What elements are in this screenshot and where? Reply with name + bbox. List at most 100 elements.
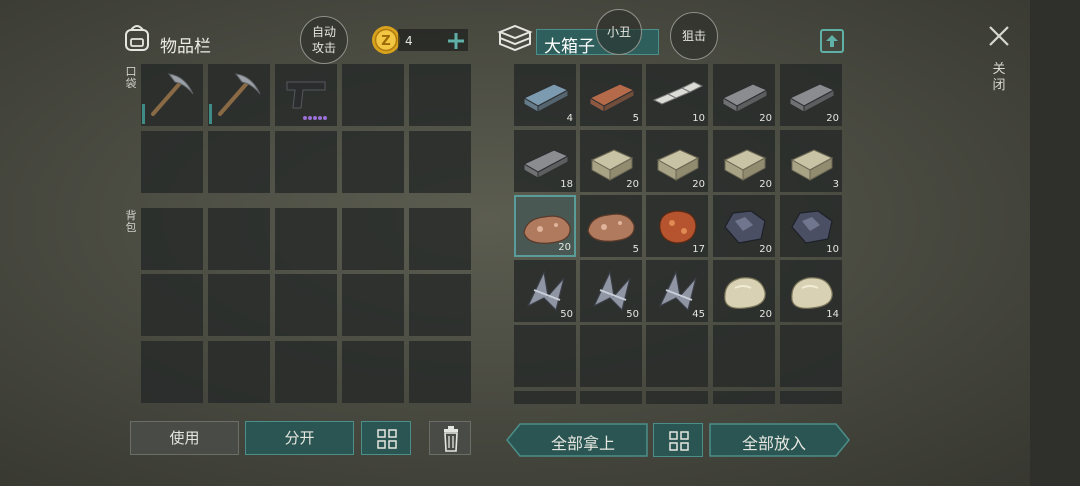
container-slot[interactable]: 20 (580, 130, 642, 192)
item-quantity: 20 (759, 113, 772, 124)
pocket-slot[interactable] (208, 64, 270, 126)
pocket-slot[interactable] (409, 131, 471, 193)
backpack-slot[interactable] (342, 274, 404, 336)
container-slot[interactable]: 17 (646, 195, 708, 257)
backpack-slot[interactable] (275, 208, 337, 270)
container-slot[interactable]: 20 (646, 130, 708, 192)
backpack-slot[interactable] (208, 208, 270, 270)
backpack-slot[interactable] (208, 341, 270, 403)
container-slot[interactable]: 4 (514, 64, 576, 126)
backpack-slot[interactable] (409, 274, 471, 336)
container-slot[interactable]: 14 (780, 260, 842, 322)
item-quantity: 20 (826, 113, 839, 124)
item-quantity: 20 (558, 242, 571, 253)
container-slot[interactable]: 20 (713, 130, 775, 192)
container-slot[interactable] (580, 391, 642, 404)
pocket-slot[interactable] (409, 64, 471, 126)
item-quantity: 3 (832, 179, 839, 190)
item-quantity: 50 (626, 309, 639, 320)
container-slot[interactable]: 18 (514, 130, 576, 192)
container-slot[interactable] (580, 325, 642, 387)
grid-sort-icon (377, 429, 397, 449)
container-slot[interactable]: 20 (780, 64, 842, 126)
container-slot[interactable]: 45 (646, 260, 708, 322)
container-slot[interactable]: 10 (780, 195, 842, 257)
sniper-button[interactable]: 狙击 (670, 12, 718, 60)
item-quantity: 20 (759, 179, 772, 190)
backpack-slot[interactable] (208, 274, 270, 336)
container-slot[interactable] (514, 391, 576, 404)
coin-icon: Z (372, 26, 400, 54)
close-label[interactable]: 关闭 (991, 62, 1007, 94)
container-slot[interactable]: 5 (580, 195, 642, 257)
item-quantity: 17 (692, 244, 705, 255)
item-quantity: 45 (692, 309, 705, 320)
trash-icon (444, 426, 458, 452)
item-quantity: 18 (560, 179, 573, 190)
coin-count: 4 (405, 34, 413, 48)
container-slot[interactable]: 5 (580, 64, 642, 126)
container-slot[interactable]: 50 (580, 260, 642, 322)
backpack-slot[interactable] (141, 208, 203, 270)
take-all-label: 全部拿上 (550, 434, 615, 453)
split-button[interactable]: 分开 (245, 421, 354, 455)
pocket-slot[interactable] (342, 64, 404, 126)
auto-attack-label-line2: 攻击 (311, 41, 336, 55)
item-quantity: 20 (759, 244, 772, 255)
container-slot[interactable]: 20 (514, 195, 576, 257)
pocket-slot[interactable] (275, 64, 337, 126)
pickaxe-icon (151, 73, 194, 116)
backpack-slot[interactable] (141, 341, 203, 403)
pocket-slot[interactable] (275, 131, 337, 193)
container-slot[interactable] (646, 325, 708, 387)
item-quantity: 5 (632, 244, 639, 255)
container-slot[interactable]: 10 (646, 64, 708, 126)
container-slot[interactable]: 20 (713, 260, 775, 322)
container-slot[interactable]: 20 (713, 195, 775, 257)
backpack-slot[interactable] (409, 341, 471, 403)
auto-attack-button[interactable]: 自动 攻击 (300, 16, 348, 64)
item-quantity: 10 (826, 244, 839, 255)
upload-icon[interactable] (818, 26, 846, 56)
backpack-slot[interactable] (275, 341, 337, 403)
backpack-slot[interactable] (141, 274, 203, 336)
right-panel-shade (1030, 0, 1080, 486)
backpack-slot[interactable] (409, 208, 471, 270)
backpack-icon (125, 25, 149, 51)
storage-box-icon (497, 24, 533, 52)
svg-text:Z: Z (381, 34, 390, 49)
pocket-slot[interactable] (141, 64, 203, 126)
auto-attack-label-line1: 自动 (311, 25, 336, 39)
item-quantity: 20 (626, 179, 639, 190)
container-slot[interactable] (780, 325, 842, 387)
container-slot[interactable]: 20 (713, 64, 775, 126)
add-coin-button[interactable] (446, 31, 466, 51)
close-icon[interactable] (987, 24, 1011, 48)
use-button[interactable]: 使用 (130, 421, 239, 455)
container-slot[interactable] (780, 391, 842, 404)
container-slot[interactable]: 3 (780, 130, 842, 192)
pistol-icon (286, 81, 327, 120)
container-slot[interactable] (713, 325, 775, 387)
backpack-slot[interactable] (275, 274, 337, 336)
put-all-label: 全部放入 (741, 434, 806, 453)
item-quantity: 4 (566, 113, 573, 124)
item-quantity: 20 (759, 309, 772, 320)
item-quantity: 10 (692, 113, 705, 124)
item-quantity: 50 (560, 309, 573, 320)
backpack-slot[interactable] (342, 341, 404, 403)
backpack-slot[interactable] (342, 208, 404, 270)
container-slot[interactable] (514, 325, 576, 387)
container-slot[interactable] (646, 391, 708, 404)
pocket-label: 口袋 (125, 65, 137, 90)
trash-button[interactable] (429, 421, 471, 455)
item-quantity: 5 (632, 113, 639, 124)
container-slot[interactable] (713, 391, 775, 404)
inventory-sort-button[interactable] (361, 421, 411, 455)
container-slot[interactable]: 50 (514, 260, 576, 322)
pocket-slot[interactable] (141, 131, 203, 193)
clown-button[interactable]: 小丑 (596, 9, 642, 55)
pocket-slot[interactable] (208, 131, 270, 193)
container-sort-button[interactable] (653, 423, 703, 457)
pocket-slot[interactable] (342, 131, 404, 193)
